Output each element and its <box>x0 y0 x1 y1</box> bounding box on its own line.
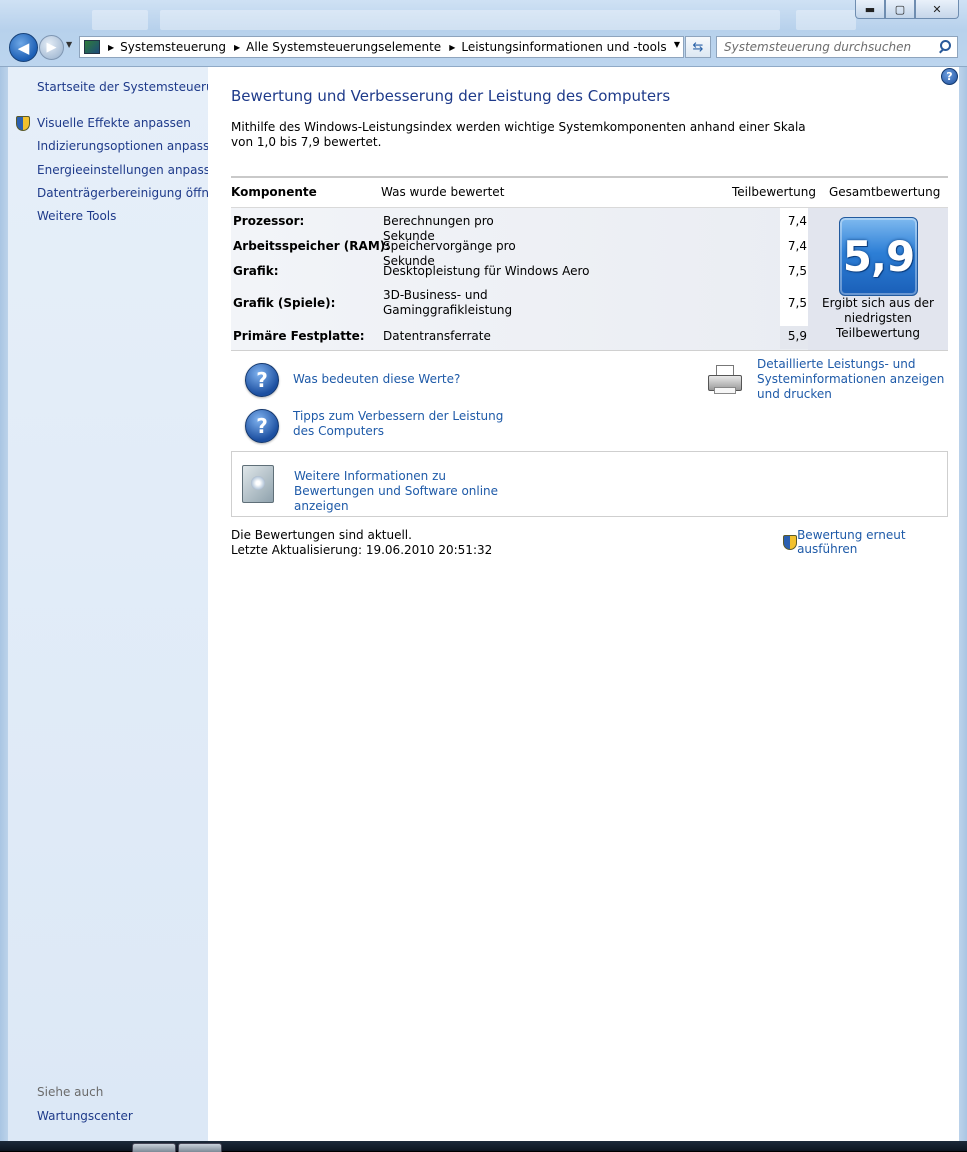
base-score-panel: 5,9 Ergibt sich aus der niedrigsten Teil… <box>808 208 948 350</box>
task-pane: Startseite der Systemsteuerung Visuelle … <box>8 67 229 1141</box>
intro-text: Mithilfe des Windows-Leistungsindex werd… <box>231 120 806 149</box>
status-text: Die Bewertungen sind aktuell. Letzte Akt… <box>231 528 492 558</box>
subscore-value: 7,5 <box>787 264 807 278</box>
printer-icon <box>708 365 742 394</box>
task-link-power[interactable]: Energieeinstellungen anpassen <box>37 163 225 177</box>
window-border <box>0 67 8 1141</box>
online-info-box: Weitere Informationen zu Bewertungen und… <box>231 451 948 517</box>
control-panel-icon <box>84 40 100 54</box>
arrow-left-icon: ◀ <box>17 38 30 57</box>
arrow-right-icon: ▶ <box>46 40 57 55</box>
background-reflection <box>796 10 856 30</box>
breadcrumb-item[interactable]: Alle Systemsteuerungselemente <box>246 40 441 54</box>
background-reflection <box>160 10 780 30</box>
question-icon: ? <box>245 363 279 397</box>
tips-improve-performance-link[interactable]: Tipps zum Verbessern der Leistung des Co… <box>293 409 523 439</box>
breadcrumb-item[interactable]: Leistungsinformationen und -tools <box>461 40 666 54</box>
explorer-window: ▬ ▢ ✕ ◀ ▶ ▼ ▶ Systemsteuerung ▶ Alle Sys… <box>0 0 967 1152</box>
address-bar[interactable]: ▶ Systemsteuerung ▶ Alle Systemsteuerung… <box>79 36 684 58</box>
component-name: Grafik: <box>233 264 279 278</box>
search-input[interactable]: Systemsteuerung durchsuchen <box>724 40 938 54</box>
shield-icon <box>15 116 30 131</box>
chevron-right-icon[interactable]: ▶ <box>449 43 455 52</box>
base-score-caption: Ergibt sich aus der niedrigsten Teilbewe… <box>822 296 934 340</box>
task-link-visual-effects[interactable]: Visuelle Effekte anpassen <box>37 116 191 130</box>
recent-pages-dropdown[interactable]: ▼ <box>66 40 72 49</box>
subscore-value: 7,5 <box>787 296 807 310</box>
component-metric: Datentransferrate <box>383 329 491 343</box>
question-icon: ? <box>245 409 279 443</box>
close-button[interactable]: ✕ <box>915 0 959 19</box>
header-component: Komponente <box>231 185 317 199</box>
maximize-button[interactable]: ▢ <box>885 0 915 19</box>
back-button[interactable]: ◀ <box>9 33 38 62</box>
chevron-right-icon[interactable]: ▶ <box>108 43 114 52</box>
minimize-button[interactable]: ▬ <box>855 0 885 19</box>
header-basescore: Gesamtbewertung <box>829 185 941 199</box>
subscore-value: 7,4 <box>787 239 807 253</box>
component-metric: Desktopleistung für Windows Aero <box>383 264 590 278</box>
rerun-assessment[interactable]: Bewertung erneut ausführen <box>782 528 959 556</box>
subscore-value: 7,4 <box>787 214 807 228</box>
title-bar: ▬ ▢ ✕ ◀ ▶ ▼ ▶ Systemsteuerung ▶ Alle Sys… <box>0 0 967 67</box>
online-info-link[interactable]: Weitere Informationen zu Bewertungen und… <box>294 469 524 514</box>
chevron-down-icon[interactable]: ▼ <box>674 40 680 49</box>
component-name: Primäre Festplatte: <box>233 329 365 343</box>
breadcrumb-item[interactable]: Systemsteuerung <box>120 40 226 54</box>
component-name: Arbeitsspeicher (RAM): <box>233 239 391 253</box>
header-subscore: Teilbewertung <box>732 185 817 199</box>
last-update: Letzte Aktualisierung: 19.06.2010 20:51:… <box>231 543 493 557</box>
shield-icon <box>782 534 798 550</box>
task-link-indexing[interactable]: Indizierungsoptionen anpassen <box>37 139 224 153</box>
chevron-right-icon[interactable]: ▶ <box>234 43 240 52</box>
component-name: Grafik (Spiele): <box>233 296 336 310</box>
window-controls: ▬ ▢ ✕ <box>855 0 959 19</box>
main-content: ? Bewertung und Verbesserung der Leistun… <box>208 67 959 1141</box>
help-icon[interactable]: ? <box>941 68 958 85</box>
status-current: Die Bewertungen sind aktuell. <box>231 528 412 542</box>
background-reflection <box>92 10 148 30</box>
what-do-scores-mean-link[interactable]: Was bedeuten diese Werte? <box>293 372 460 387</box>
refresh-button[interactable]: ⇆ <box>685 36 711 58</box>
component-metric: 3D-Business- und Gaminggrafikleistung <box>383 288 513 317</box>
window-border <box>959 67 967 1141</box>
detailed-info-link[interactable]: Detaillierte Leistungs- und Systeminform… <box>757 357 953 402</box>
table-body: Prozessor: Berechnungen pro Sekunde 7,4 … <box>231 207 948 351</box>
search-box[interactable]: Systemsteuerung durchsuchen <box>716 36 958 58</box>
base-score-badge: 5,9 <box>839 217 918 296</box>
header-what: Was wurde bewertet <box>381 185 505 199</box>
software-box-icon <box>242 465 274 503</box>
subscore-value: 5,9 <box>787 329 807 343</box>
action-center-link[interactable]: Wartungscenter <box>37 1109 133 1123</box>
control-panel-home-link[interactable]: Startseite der Systemsteuerung <box>37 80 229 94</box>
refresh-icon: ⇆ <box>692 39 704 55</box>
rerun-assessment-link[interactable]: Bewertung erneut ausführen <box>797 528 959 556</box>
base-score-value: 5,9 <box>842 232 915 281</box>
component-name: Prozessor: <box>233 214 305 228</box>
task-link-more-tools[interactable]: Weitere Tools <box>37 209 116 223</box>
table-divider <box>231 176 948 178</box>
search-icon[interactable] <box>938 40 952 54</box>
page-title: Bewertung und Verbesserung der Leistung … <box>231 87 671 105</box>
forward-button[interactable]: ▶ <box>39 35 64 60</box>
task-link-disk-cleanup[interactable]: Datenträgerbereinigung öffnen <box>37 186 224 200</box>
see-also-heading: Siehe auch <box>37 1085 104 1099</box>
